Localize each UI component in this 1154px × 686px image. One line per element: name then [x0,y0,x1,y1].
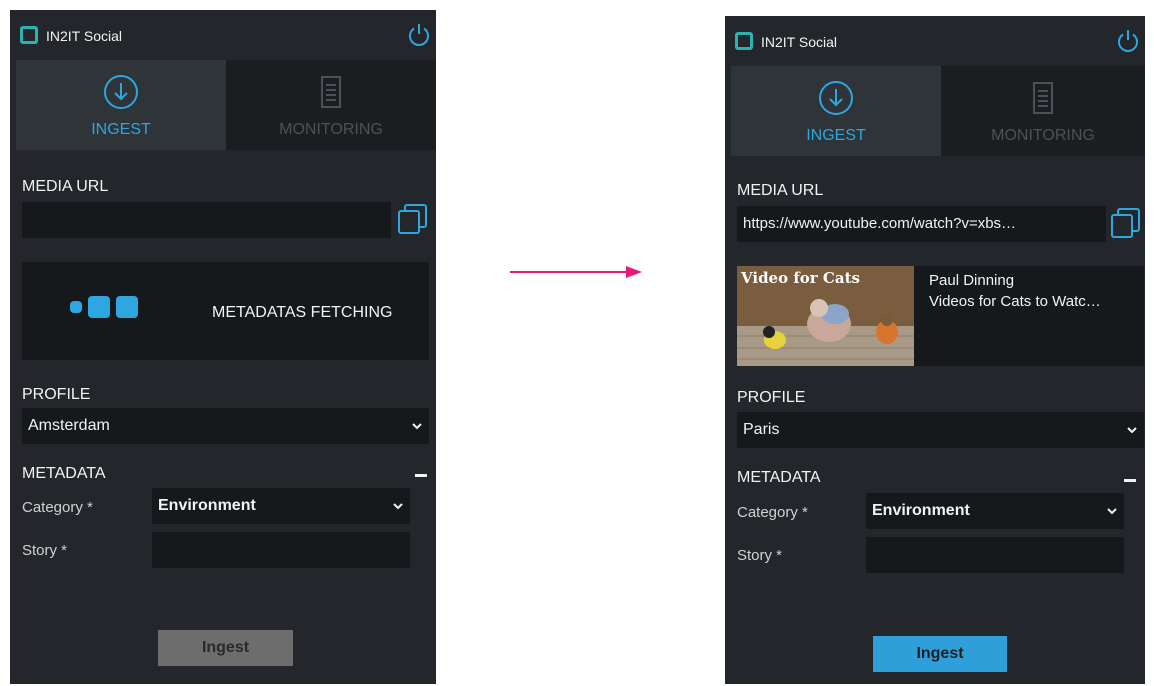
category-value: Environment [872,502,970,519]
story-label: Story * [22,542,68,559]
media-url-input[interactable]: https://www.youtube.com/watch?v=xbs… [737,206,1106,242]
logo-icon [20,26,38,44]
download-circle-icon [104,75,138,109]
app-title: IN2IT Social [46,28,122,44]
story-input[interactable] [152,532,410,568]
media-url-label: MEDIA URL [22,178,109,195]
power-icon[interactable] [1115,28,1141,54]
metadata-label: METADATA [737,469,821,486]
tab-ingest-label: INGEST [806,127,866,144]
story-input[interactable] [866,537,1124,573]
tab-monitoring[interactable]: MONITORING [941,66,1145,156]
tab-ingest[interactable]: INGEST [731,66,941,156]
chevron-down-icon [393,503,403,510]
thumbnail-caption: Video for Cats [741,269,860,287]
ingest-button[interactable]: Ingest [158,630,293,666]
title-bar: IN2IT Social [725,16,1145,66]
metadata-label: METADATA [22,465,106,482]
document-icon [1033,82,1053,114]
tab-ingest[interactable]: INGEST [16,60,226,150]
video-author: Paul Dinning [929,272,1015,289]
ingest-panel-after: IN2IT Social INGEST MONITORING MEDIA URL… [725,16,1145,684]
title-bar: IN2IT Social [10,10,436,60]
media-url-input[interactable] [22,202,391,238]
transition-arrow-icon [510,266,642,278]
video-title: Videos for Cats to Watc… [929,293,1101,310]
tab-monitoring-label: MONITORING [279,121,383,138]
loading-dot [88,296,110,318]
story-label: Story * [737,547,783,564]
metadata-card: METADATAS FETCHING [22,262,429,360]
category-label: Category * [22,499,93,516]
video-preview-card: Video for Cats Paul Dinning Videos for C… [737,266,1144,366]
profile-label: PROFILE [737,389,806,406]
download-circle-icon [819,81,853,115]
ingest-panel-before: IN2IT Social INGEST MONITORING MEDIA URL… [10,10,436,684]
profile-value: Amsterdam [28,417,110,434]
media-url-label: MEDIA URL [737,182,824,199]
tab-monitoring[interactable]: MONITORING [226,60,436,150]
loading-dot [70,301,82,313]
profile-select[interactable]: Amsterdam [22,408,429,444]
tab-ingest-label: INGEST [91,121,151,138]
collapse-icon[interactable] [1124,479,1136,482]
tab-monitoring-label: MONITORING [991,127,1095,144]
chevron-down-icon [1127,427,1137,434]
category-select[interactable]: Environment [866,493,1124,529]
power-icon[interactable] [406,22,432,48]
profile-label: PROFILE [22,386,91,403]
paste-icon[interactable] [1109,206,1143,240]
metadata-status: METADATAS FETCHING [212,304,393,321]
category-value: Environment [158,497,256,514]
collapse-icon[interactable] [415,474,427,477]
profile-value: Paris [743,421,780,438]
video-thumbnail: Video for Cats [737,266,914,366]
tab-bar: INGEST MONITORING [16,60,436,150]
category-label: Category * [737,504,808,521]
loading-dot [116,296,138,318]
ingest-button[interactable]: Ingest [873,636,1007,672]
profile-select[interactable]: Paris [737,412,1144,448]
chevron-down-icon [1107,508,1117,515]
document-icon [321,76,341,108]
category-select[interactable]: Environment [152,488,410,524]
tab-bar: INGEST MONITORING [731,66,1145,156]
chevron-down-icon [412,423,422,430]
app-title: IN2IT Social [761,34,837,50]
logo-icon [735,32,753,50]
paste-icon[interactable] [396,202,430,236]
